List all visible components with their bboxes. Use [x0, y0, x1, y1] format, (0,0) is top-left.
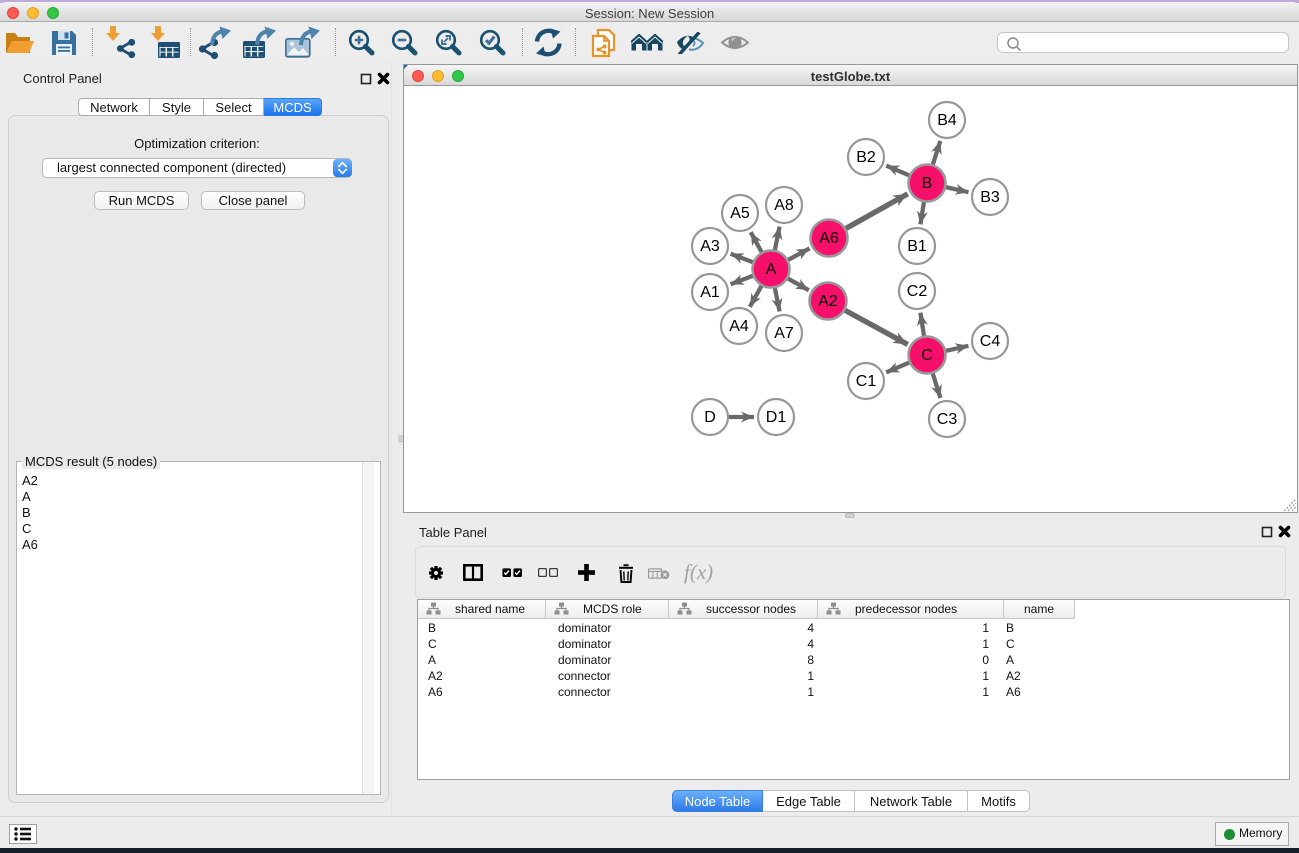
svg-text:B: B: [922, 175, 933, 192]
svg-text:A7: A7: [774, 325, 794, 342]
svg-text:A2: A2: [818, 293, 838, 310]
svg-text:C1: C1: [856, 373, 877, 390]
svg-text:C: C: [921, 347, 933, 364]
svg-text:C4: C4: [980, 333, 1001, 350]
svg-text:A4: A4: [729, 318, 749, 335]
svg-text:B2: B2: [856, 149, 876, 166]
svg-text:A3: A3: [700, 238, 720, 255]
svg-text:A1: A1: [700, 284, 720, 301]
svg-text:A6: A6: [819, 230, 839, 247]
svg-text:A5: A5: [730, 205, 750, 222]
svg-text:B3: B3: [980, 189, 1000, 206]
svg-text:D1: D1: [766, 409, 787, 426]
svg-text:A: A: [766, 261, 777, 278]
svg-text:B1: B1: [907, 238, 927, 255]
svg-text:C3: C3: [937, 411, 958, 428]
svg-text:C2: C2: [907, 283, 928, 300]
svg-text:D: D: [704, 409, 716, 426]
svg-text:B4: B4: [937, 112, 957, 129]
svg-text:A8: A8: [774, 197, 794, 214]
